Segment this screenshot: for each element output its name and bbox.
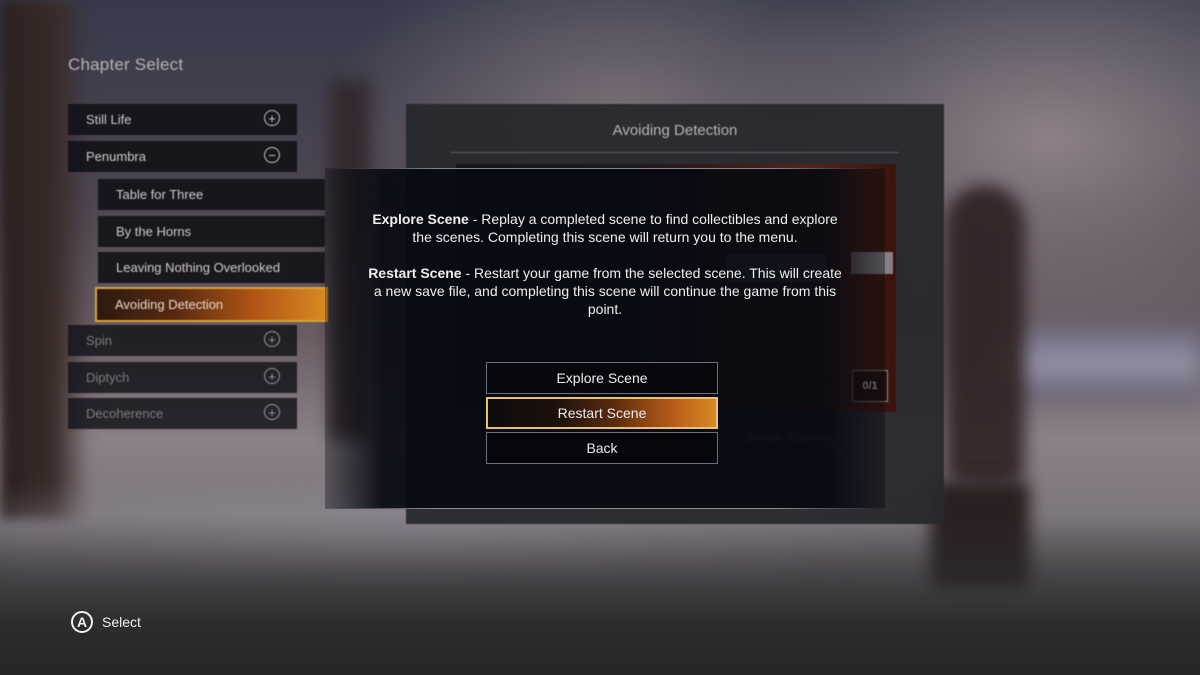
dialog-bottom-border	[320, 508, 890, 509]
divider	[451, 152, 899, 153]
dialog-description: Explore Scene - Replay a completed scene…	[365, 210, 845, 336]
plus-circle-icon[interactable]: +	[264, 331, 280, 347]
page-title: Chapter Select	[68, 55, 184, 74]
plus-circle-icon[interactable]: +	[264, 368, 280, 384]
chapter-label: Spin	[86, 333, 113, 348]
scene-item-table-for-three[interactable]: Table for Three	[98, 179, 325, 210]
explore-scene-heading: Explore Scene	[372, 211, 469, 227]
restart-scene-description: Restart Scene - Restart your game from t…	[365, 264, 845, 318]
chapter-item-spin[interactable]: Spin +	[68, 325, 297, 356]
minus-circle-icon[interactable]: −	[264, 147, 280, 163]
back-button[interactable]: Back	[486, 432, 718, 464]
scene-label: By the Horns	[116, 224, 192, 239]
chapter-item-decoherence[interactable]: Decoherence +	[68, 398, 297, 429]
chapter-label: Diptych	[86, 370, 130, 385]
scene-label: Leaving Nothing Overlooked	[116, 260, 281, 275]
chapter-item-penumbra[interactable]: Penumbra −	[68, 141, 297, 172]
chapter-item-diptych[interactable]: Diptych +	[68, 362, 297, 393]
chapter-label: Penumbra	[86, 149, 146, 164]
background-bottom-fade	[0, 515, 1200, 675]
scene-label: Table for Three	[116, 187, 204, 202]
a-button-icon: A	[71, 611, 93, 633]
select-label: Select	[102, 614, 141, 630]
dialog-top-border	[325, 168, 885, 169]
background-figures	[945, 185, 1025, 485]
scene-mode-dialog: Explore Scene - Replay a completed scene…	[320, 168, 890, 509]
scene-label: Avoiding Detection	[115, 297, 224, 312]
explore-scene-button[interactable]: Explore Scene	[486, 362, 718, 394]
restart-scene-button[interactable]: Restart Scene	[486, 397, 718, 429]
scene-item-by-the-horns[interactable]: By the Horns	[98, 216, 325, 247]
chapter-label: Decoherence	[86, 406, 164, 421]
plus-circle-icon[interactable]: +	[264, 110, 280, 126]
background-tree-left	[0, 0, 90, 520]
background-river	[1000, 330, 1200, 400]
scene-item-leaving-nothing-overlooked[interactable]: Leaving Nothing Overlooked	[98, 252, 325, 283]
scene-item-avoiding-detection[interactable]: Avoiding Detection	[95, 287, 328, 322]
explore-scene-description: Explore Scene - Replay a completed scene…	[365, 210, 845, 246]
dialog-buttons: Explore Scene Restart Scene Back	[486, 362, 718, 467]
explore-scene-text: - Replay a completed scene to find colle…	[412, 211, 838, 245]
restart-scene-heading: Restart Scene	[368, 265, 462, 281]
scene-details-title: Avoiding Detection	[612, 122, 738, 139]
select-hint[interactable]: A Select	[71, 611, 141, 633]
chapter-label: Still Life	[86, 112, 132, 127]
chapter-item-still-life[interactable]: Still Life +	[68, 104, 297, 135]
plus-circle-icon[interactable]: +	[264, 404, 280, 420]
